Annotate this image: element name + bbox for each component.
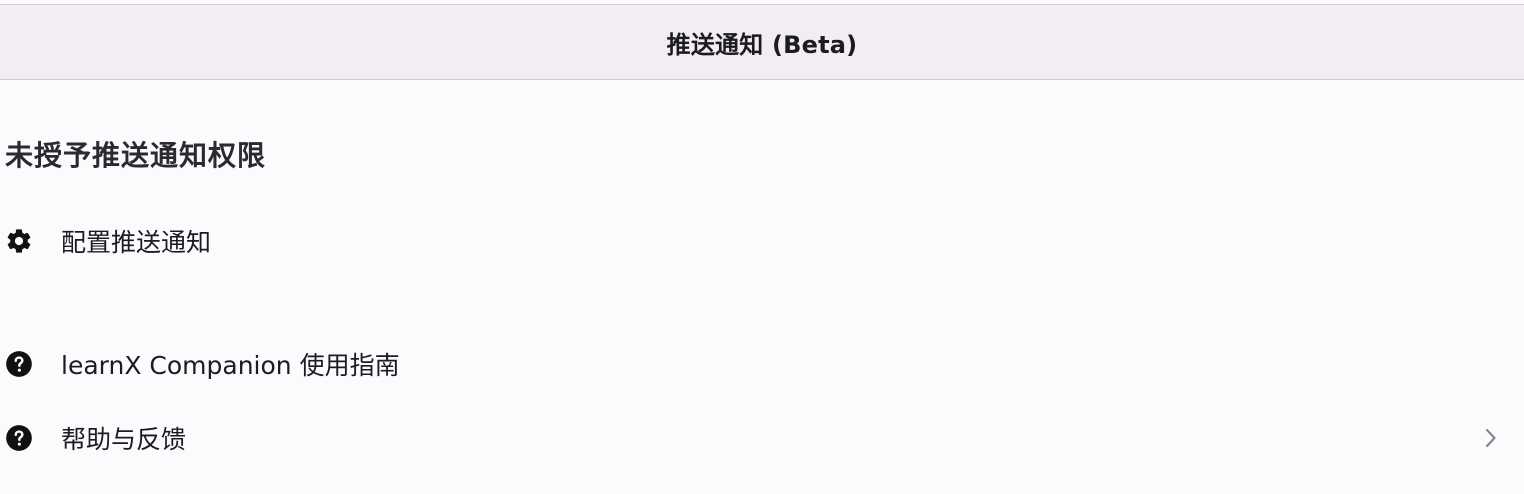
gear-icon xyxy=(4,226,34,256)
navigation-bar: 推送通知 (Beta) xyxy=(0,4,1524,80)
app-window: 推送通知 (Beta) 未授予推送通知权限 配置推送通知 learnX Comp… xyxy=(0,0,1524,494)
usage-guide-label: learnX Companion 使用指南 xyxy=(61,351,400,380)
help-feedback-label: 帮助与反馈 xyxy=(61,425,187,454)
usage-guide-item[interactable]: learnX Companion 使用指南 xyxy=(0,336,1524,392)
permission-section-header: 未授予推送通知权限 xyxy=(5,139,267,172)
question-circle-icon xyxy=(4,349,34,379)
help-feedback-item[interactable]: 帮助与反馈 xyxy=(0,410,1524,466)
configure-notifications-label: 配置推送通知 xyxy=(61,228,212,257)
configure-notifications-item[interactable]: 配置推送通知 xyxy=(0,213,1524,269)
chevron-right-icon xyxy=(1484,426,1498,450)
page-title: 推送通知 (Beta) xyxy=(666,30,858,59)
question-circle-icon xyxy=(4,423,34,453)
